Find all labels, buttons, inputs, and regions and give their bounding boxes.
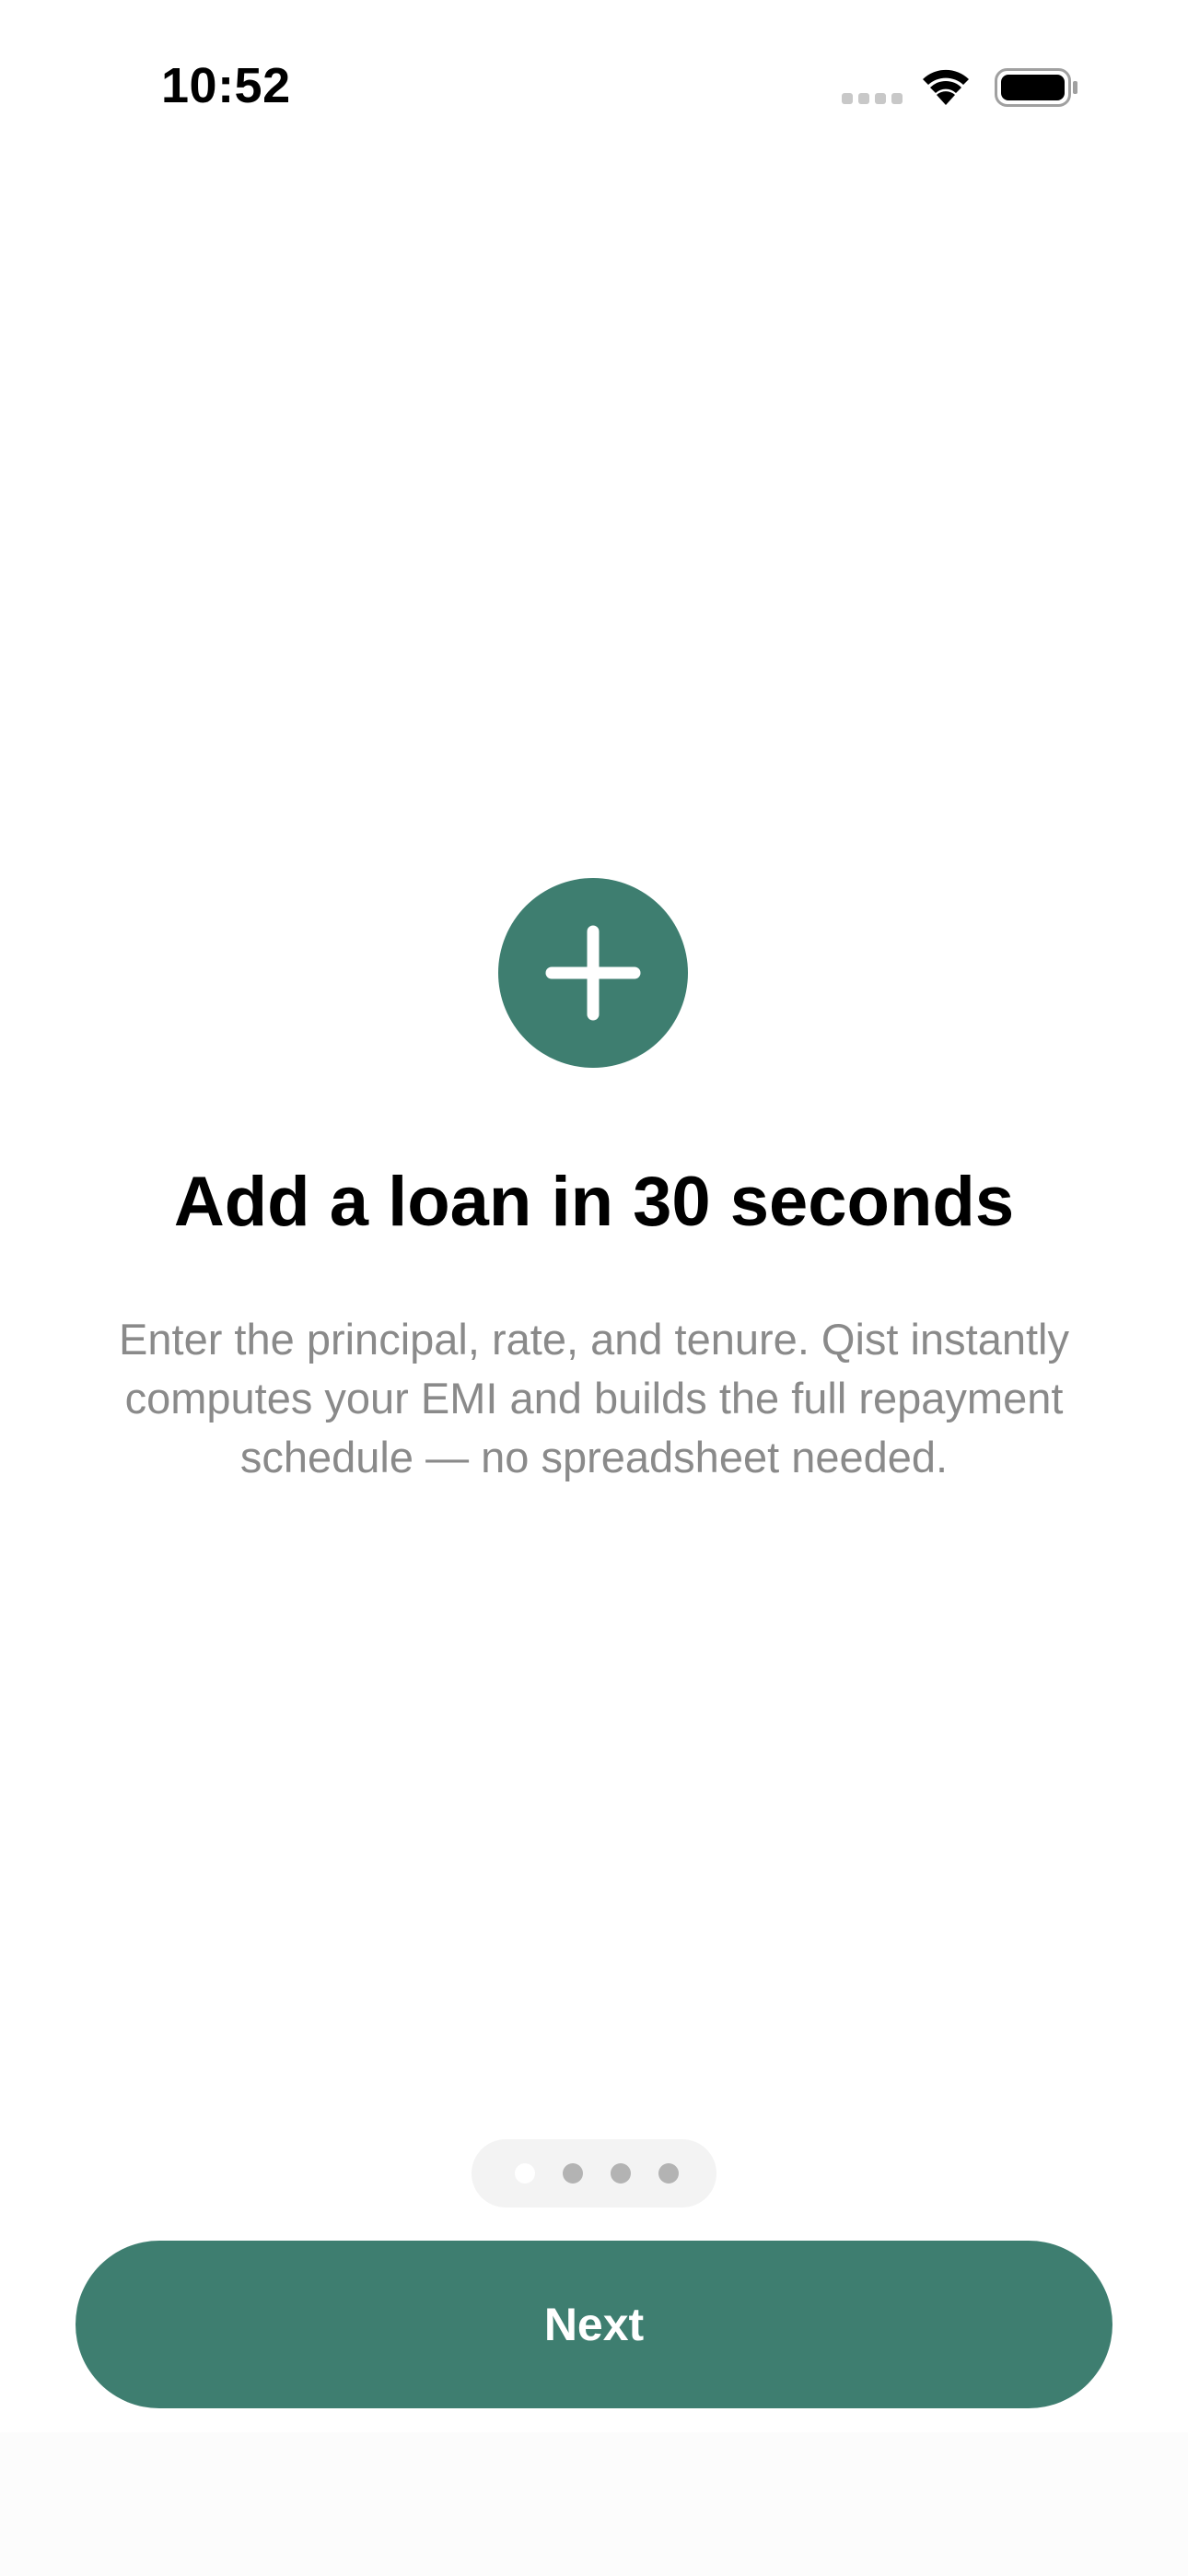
home-indicator-area (0, 2432, 1188, 2576)
page-dot-3[interactable] (611, 2163, 631, 2184)
cellular-signal-icon (842, 93, 903, 104)
status-bar: 10:52 (0, 0, 1188, 175)
onboarding-description: Enter the principal, rate, and tenure. Q… (119, 1315, 1069, 1481)
page-dot-1[interactable] (515, 2163, 535, 2184)
page-indicator[interactable] (472, 2139, 716, 2207)
wifi-icon (919, 63, 973, 105)
onboarding-title: Add a loan in 30 seconds (173, 1163, 1015, 1241)
plus-icon (498, 878, 688, 1068)
next-button[interactable]: Next (76, 2241, 1112, 2408)
page-dot-2[interactable] (563, 2163, 583, 2184)
page-dot-4[interactable] (658, 2163, 679, 2184)
status-time: 10:52 (161, 58, 291, 113)
battery-icon (995, 68, 1079, 107)
